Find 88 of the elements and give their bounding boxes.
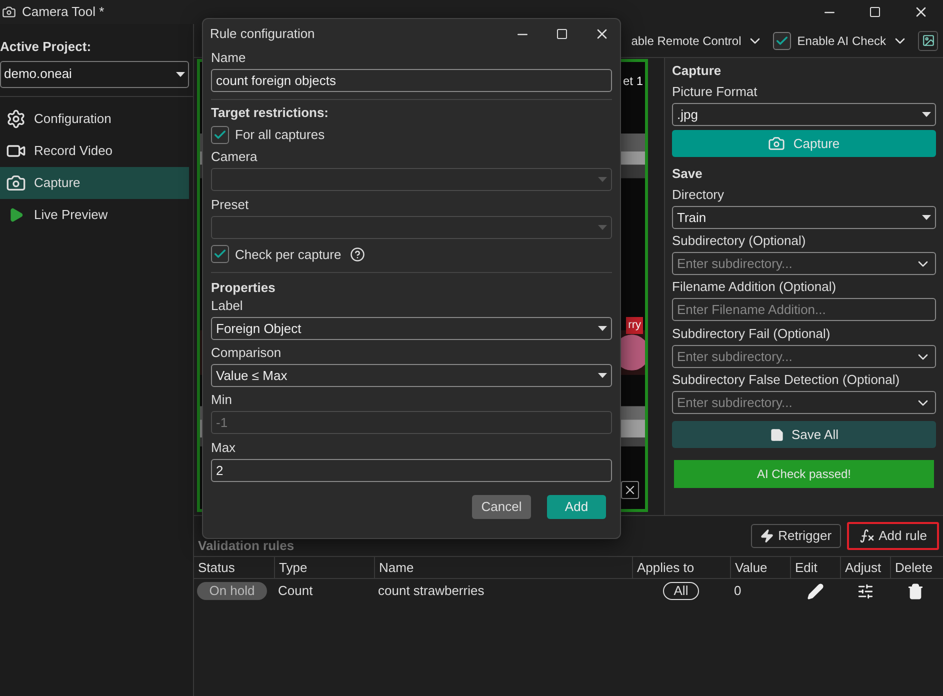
remote-control-label[interactable]: able Remote Control: [631, 32, 742, 50]
field-label: Filename Addition (Optional): [672, 278, 838, 296]
help-icon[interactable]: [350, 246, 366, 262]
select-field[interactable]: Foreign Object: [211, 317, 612, 340]
sidebar-item[interactable]: Capture: [0, 166, 189, 198]
edit-icon[interactable]: [806, 582, 824, 600]
checkbox[interactable]: [211, 126, 229, 144]
field-label: Name: [211, 49, 247, 67]
column-header: Adjust: [840, 557, 890, 578]
sidebar-item[interactable]: Record Video: [0, 134, 189, 166]
column-header: Type: [274, 557, 374, 578]
field-label: Subdirectory Fail (Optional): [672, 325, 832, 343]
status-badge: On hold: [197, 582, 267, 600]
input-field[interactable]: count foreign objects: [211, 69, 612, 92]
image-button[interactable]: [918, 30, 938, 50]
function-icon: [858, 528, 875, 544]
camera-icon: [768, 135, 786, 152]
window-title: Camera Tool *: [22, 3, 104, 22]
field-label: Label: [211, 297, 244, 315]
checkbox-label: Check per capture: [235, 246, 342, 264]
check-icon: [213, 128, 227, 142]
maximize-icon[interactable]: [556, 28, 568, 40]
input-field[interactable]: Enter Filename Addition...: [672, 298, 936, 321]
combo-field[interactable]: Enter subdirectory...: [672, 391, 936, 414]
ai-check-label[interactable]: Enable AI Check: [797, 32, 886, 50]
dialog-title: Rule configuration: [210, 25, 315, 44]
image-icon: [922, 34, 934, 47]
select-field[interactable]: Value ≤ Max: [211, 364, 612, 387]
play-icon: [8, 206, 24, 222]
field-label: Min: [211, 391, 233, 409]
sliders-icon[interactable]: [856, 582, 874, 600]
checkbox[interactable]: [773, 32, 792, 50]
add-rule-button[interactable]: Add rule: [846, 522, 939, 550]
column-header: Value: [730, 557, 790, 578]
detection-label: rry: [626, 317, 643, 334]
combo-field[interactable]: Enter subdirectory...: [672, 345, 936, 368]
sidebar-item[interactable]: Live Preview: [0, 198, 189, 230]
table-cell: Count: [278, 583, 313, 598]
camera-title: et 1: [622, 73, 643, 90]
cancel-button[interactable]: Cancel: [472, 495, 531, 519]
save-icon: [770, 428, 784, 442]
column-header: Delete: [890, 557, 940, 578]
retrigger-button[interactable]: Retrigger: [751, 524, 841, 548]
field-label: Subdirectory False Detection (Optional): [672, 371, 901, 389]
column-header: Status: [197, 558, 236, 577]
section-heading: Target restrictions:: [211, 104, 330, 122]
app-icon: [2, 5, 16, 19]
delete-icon[interactable]: [906, 582, 924, 600]
project-select[interactable]: demo.oneai: [0, 60, 189, 88]
applies-to-badge: All: [662, 582, 700, 600]
check-icon: [775, 34, 790, 48]
combo-field[interactable]: Enter subdirectory...: [672, 252, 936, 275]
field-label: Max: [211, 439, 237, 457]
section-heading: Capture: [672, 62, 722, 80]
select-field[interactable]: Train: [672, 206, 936, 229]
section-heading: Properties: [211, 279, 276, 297]
save-all-button[interactable]: Save All: [672, 421, 936, 448]
project-label: Active Project:: [0, 38, 92, 56]
checkbox[interactable]: [211, 245, 229, 264]
section-heading: Validation rules: [198, 536, 294, 554]
field-label: Subdirectory (Optional): [672, 232, 807, 250]
maximize-icon[interactable]: [869, 6, 881, 18]
close-icon: [623, 483, 637, 497]
gear-icon: [6, 108, 26, 128]
field-label: Preset: [211, 196, 250, 214]
table-cell: count strawberries: [378, 583, 484, 598]
sidebar-item[interactable]: Configuration: [0, 102, 189, 134]
section-heading: Save: [672, 165, 704, 183]
dropdown-caret-icon: [598, 224, 607, 230]
dropdown-caret-icon: [176, 72, 185, 76]
field-label: Directory: [672, 186, 726, 204]
dropdown-caret-icon: [922, 112, 931, 117]
select-field[interactable]: .jpg: [672, 103, 936, 126]
column-header: Edit: [790, 557, 840, 578]
column-header: Applies to: [632, 557, 730, 578]
dropdown-caret-icon: [922, 215, 931, 220]
field-label: Camera: [211, 148, 258, 166]
dropdown-caret-icon: [598, 176, 607, 182]
column-header: Name: [374, 557, 632, 578]
input-field[interactable]: 2: [211, 459, 612, 482]
dropdown-caret-icon: [598, 373, 607, 378]
checkbox-label: For all captures: [235, 126, 325, 144]
field-label: Picture Format: [672, 83, 758, 101]
table-cell: 0: [734, 583, 742, 598]
field-label: Comparison: [211, 344, 282, 362]
lightning-icon: [760, 529, 774, 543]
ai-status-banner: AI Check passed!: [674, 460, 934, 488]
camera-icon: [6, 172, 26, 192]
